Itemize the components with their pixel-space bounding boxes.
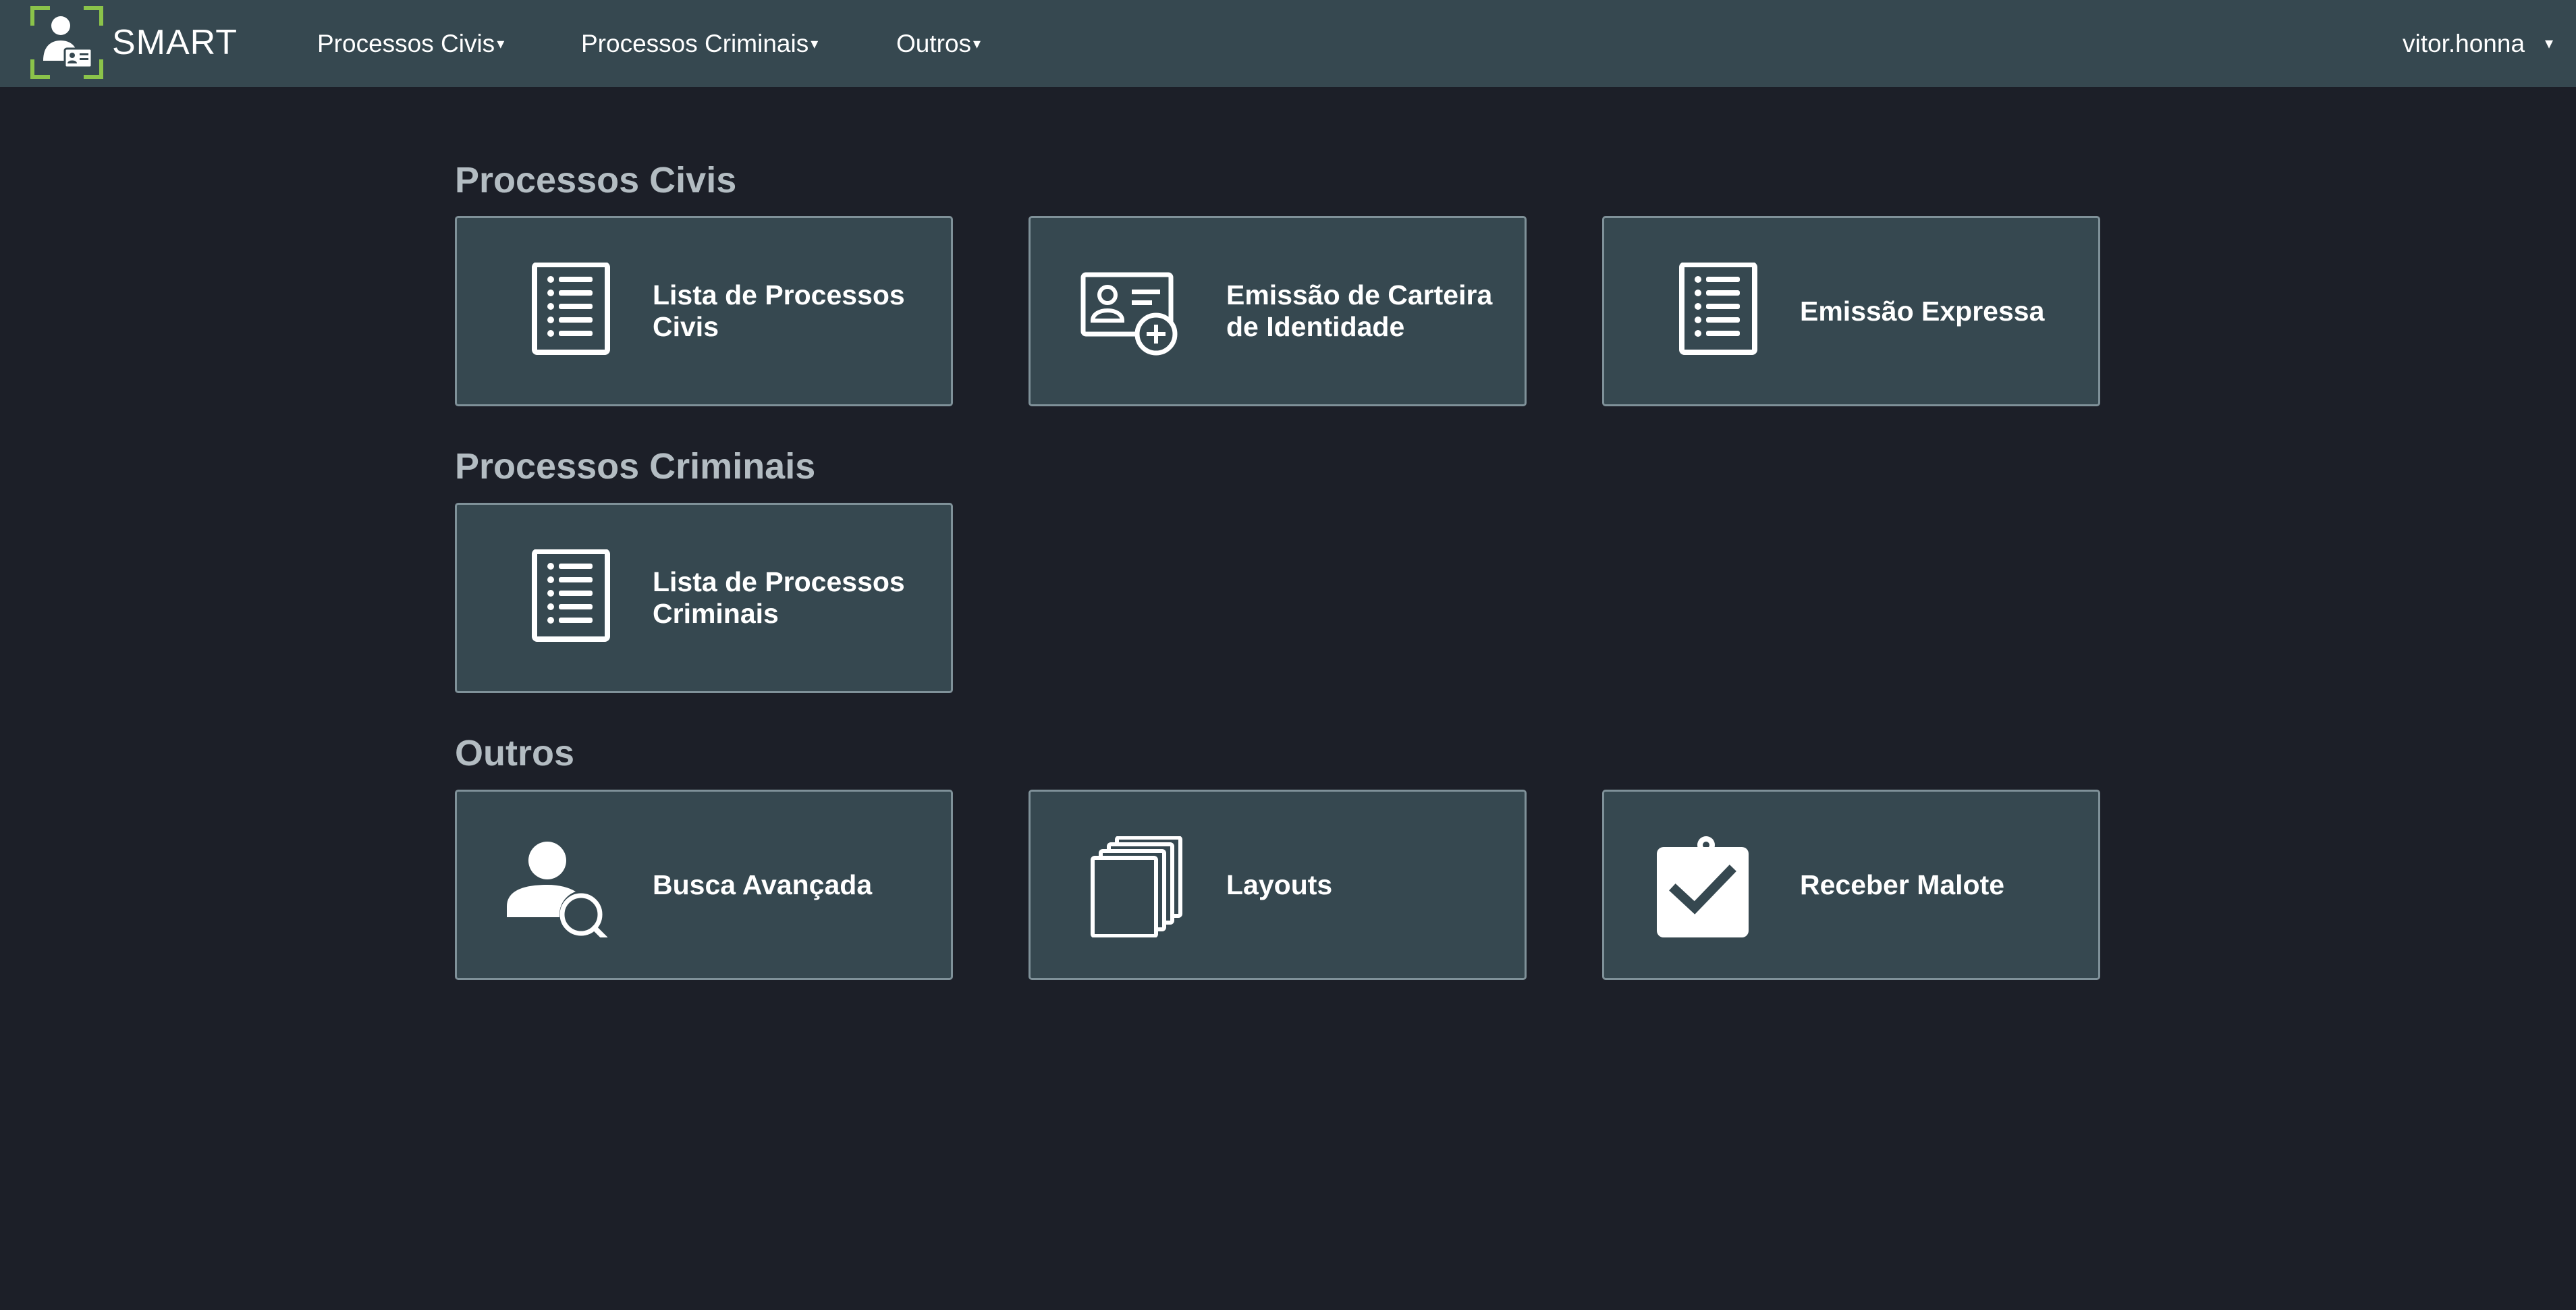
chevron-down-icon: ▾	[497, 34, 505, 52]
nav-processos-criminais-label: Processos Criminais	[581, 29, 809, 57]
section-title-processos-civis: Processos Civis	[455, 160, 737, 200]
tile-label: Lista de Processos Civis	[653, 279, 905, 342]
nav-outros[interactable]: Outros ▾	[896, 0, 981, 87]
section-title-processos-criminais: Processos Criminais	[455, 446, 816, 487]
id-card-add-icon	[1071, 263, 1186, 364]
tile-label: Busca Avançada	[653, 869, 873, 900]
nav-processos-civis-label: Processos Civis	[317, 29, 495, 57]
section-title-outros: Outros	[455, 733, 575, 773]
chevron-down-icon: ▾	[973, 34, 981, 52]
tile-layouts[interactable]: Layouts	[1029, 790, 1527, 980]
list-document-icon	[497, 549, 612, 651]
brand-name: SMART	[112, 23, 238, 62]
tile-label: Emissão de Carteira de Identidade	[1226, 279, 1493, 342]
tile-lista-processos-civis[interactable]: Lista de Processos Civis	[455, 216, 953, 406]
user-menu[interactable]: vitor.honna ▾	[2403, 0, 2553, 87]
nav-processos-civis[interactable]: Processos Civis ▾	[317, 0, 504, 87]
tile-label: Receber Malote	[1800, 869, 2005, 900]
tile-label: Lista de Processos Criminais	[653, 566, 905, 629]
tile-busca-avancada[interactable]: Busca Avançada	[455, 790, 953, 980]
nav-processos-criminais[interactable]: Processos Criminais ▾	[581, 0, 818, 87]
chevron-down-icon: ▾	[2545, 34, 2554, 53]
stacked-pages-icon	[1071, 836, 1186, 938]
tile-label: Layouts	[1226, 869, 1333, 900]
tile-emissao-carteira-identidade[interactable]: Emissão de Carteira de Identidade	[1029, 216, 1527, 406]
tile-receber-malote[interactable]: Receber Malote	[1602, 790, 2100, 980]
tile-lista-processos-criminais[interactable]: Lista de Processos Criminais	[455, 503, 953, 693]
top-navbar: SMART Processos Civis ▾ Processos Crimin…	[0, 0, 2576, 87]
chevron-down-icon: ▾	[811, 34, 819, 52]
list-document-icon	[1645, 262, 1759, 364]
tile-emissao-expressa[interactable]: Emissão Expressa	[1602, 216, 2100, 406]
clipboard-check-icon	[1645, 836, 1759, 937]
list-document-icon	[497, 262, 612, 364]
user-name: vitor.honna	[2403, 29, 2525, 57]
nav-outros-label: Outros	[896, 29, 972, 57]
brand-logo[interactable]: SMART	[30, 5, 238, 80]
user-search-icon	[497, 836, 612, 941]
id-card-person-logo-icon	[30, 6, 103, 79]
tile-label: Emissão Expressa	[1800, 295, 2045, 327]
